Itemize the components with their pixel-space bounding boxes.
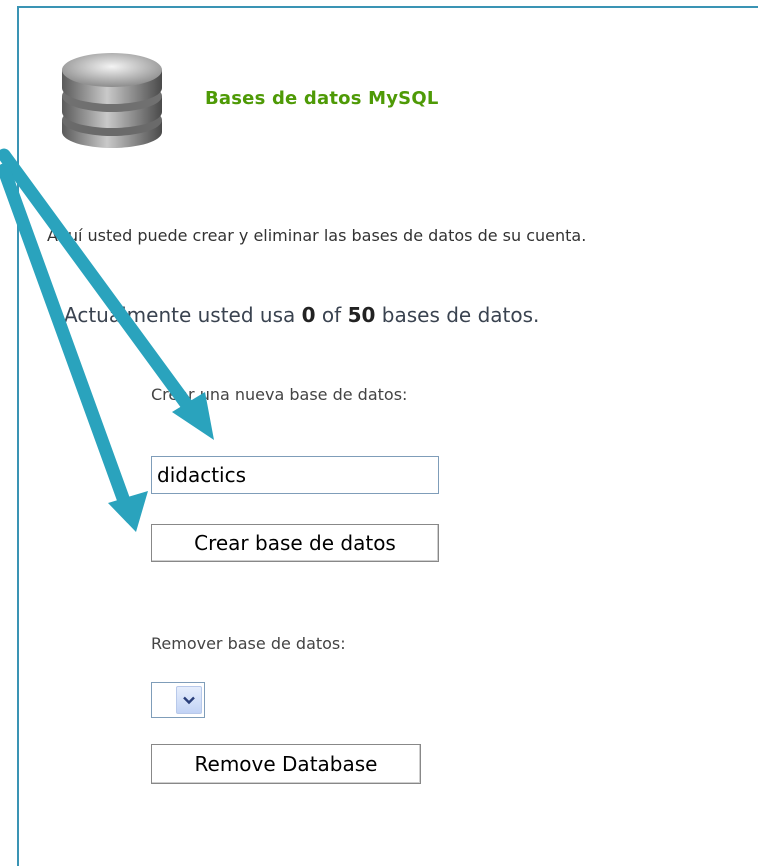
create-database-label: Crear una nueva base de datos: — [151, 385, 408, 404]
select-dropdown-button[interactable] — [176, 686, 202, 714]
usage-prefix: Actualmente usted usa — [64, 303, 296, 327]
create-database-button[interactable]: Crear base de datos — [151, 524, 439, 562]
usage-total-count: 50 — [347, 303, 376, 327]
intro-text: Aquí usted puede crear y eliminar las ba… — [47, 226, 587, 245]
database-icon — [62, 53, 162, 148]
page-title: Bases de datos MySQL — [205, 88, 439, 109]
database-name-input[interactable] — [151, 456, 439, 494]
remove-database-label: Remover base de datos: — [151, 634, 346, 653]
chevron-down-icon — [183, 696, 195, 705]
usage-of: of — [321, 303, 342, 327]
remove-database-select[interactable] — [151, 682, 205, 718]
usage-used-count: 0 — [301, 303, 316, 327]
remove-database-button[interactable]: Remove Database — [151, 744, 421, 784]
usage-suffix: bases de datos. — [381, 303, 540, 327]
usage-summary: Actualmente usted usa 0 of 50 bases de d… — [64, 303, 539, 327]
